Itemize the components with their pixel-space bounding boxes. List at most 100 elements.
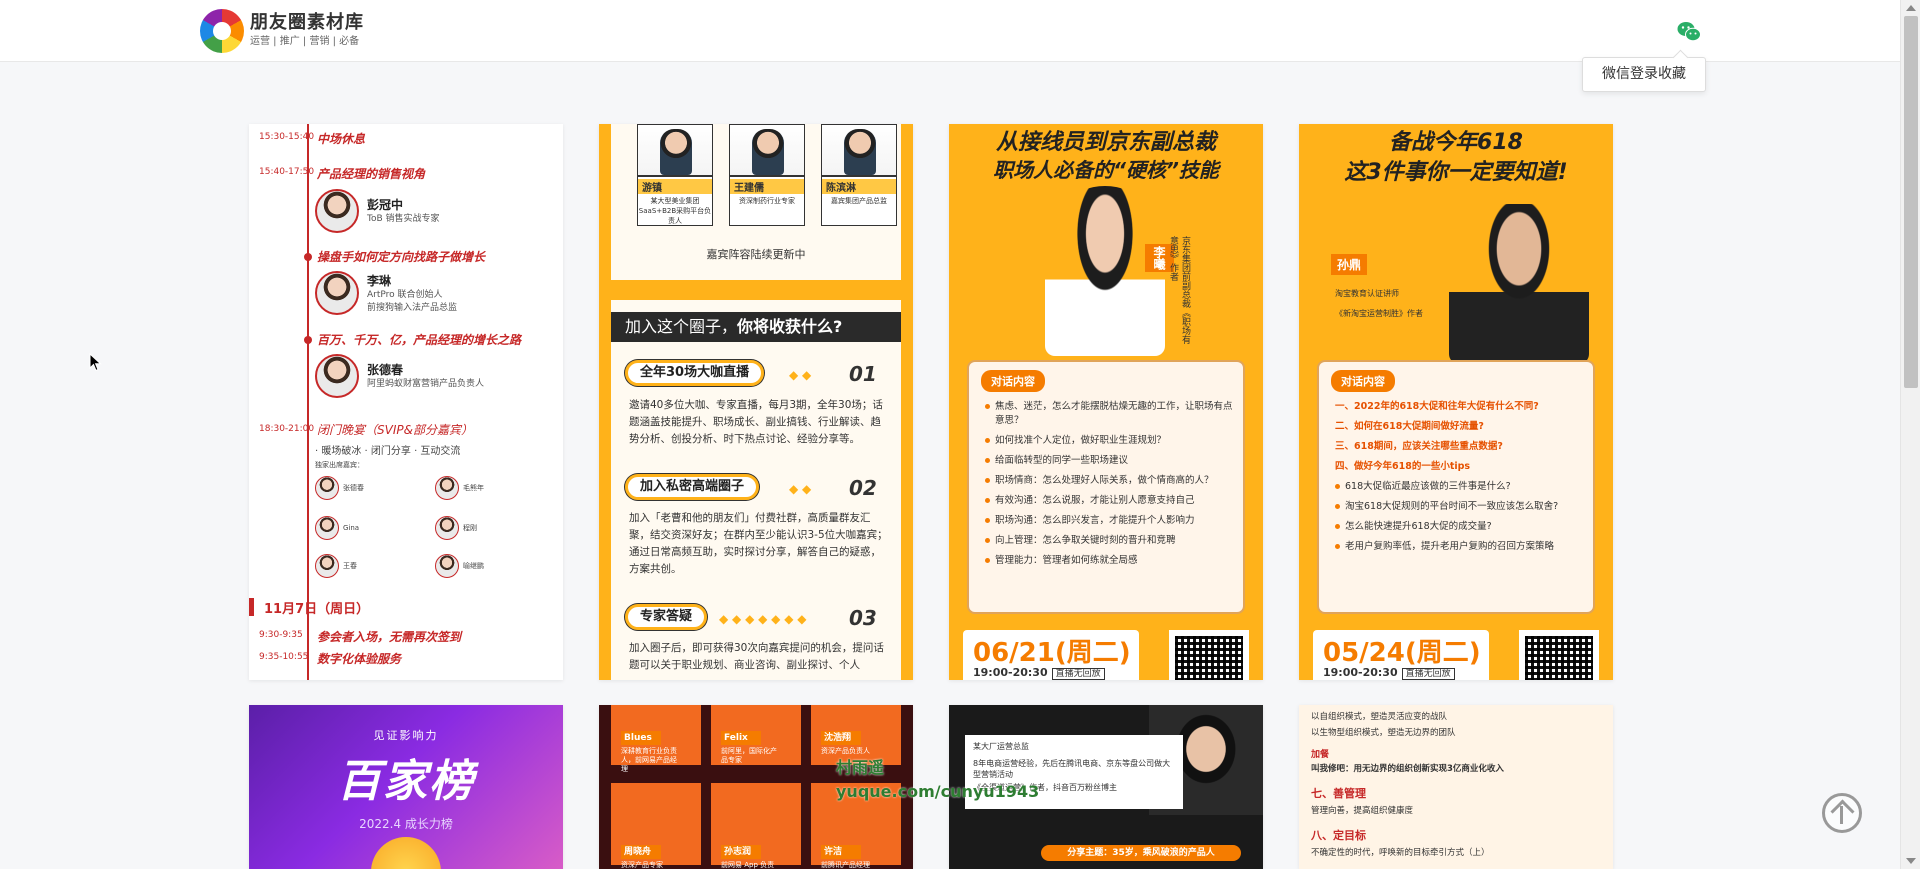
list-item: 二、如何在618大促期间做好流量? xyxy=(1335,421,1484,432)
avatar xyxy=(315,271,359,315)
time-text: 19:00-20:30 直播无回放 xyxy=(973,666,1105,680)
speaker-name: 李琳 xyxy=(367,273,392,288)
ranking-small-title: 见证影响力 xyxy=(373,729,439,742)
outline-item: 叫我修吧：用无边界的组织创新实现3亿商业化收入 xyxy=(1311,764,1504,774)
scroll-up-arrow-icon[interactable] xyxy=(1906,5,1916,11)
benefit-number: 02 xyxy=(849,476,877,500)
guest-desc: 资深制药行业专家 xyxy=(739,197,795,205)
wechat-icon[interactable] xyxy=(1677,21,1701,43)
guest-name: 游镇 xyxy=(638,179,712,194)
material-card-poster[interactable]: 从接线员到京东副总裁 职场人必备的“硬核”技能 李曦 京东集团前副总裁《职场有意… xyxy=(949,124,1263,680)
guest-desc: 嘉宾集团产品总监 xyxy=(831,197,887,205)
material-card-ranking[interactable]: 见证影响力 百家榜 2022.4 成长力榜 xyxy=(249,705,563,869)
guest-photo xyxy=(844,129,876,175)
outline-item: 不确定性的时代，呼唤新的目标牵引方式（上） xyxy=(1311,848,1490,858)
speaker-desc: 前搜狗输入法产品总监 xyxy=(367,302,458,313)
list-item: 老用户复购率低，提升老用户复购的召回方案策略 xyxy=(1335,540,1587,554)
benefit-text: 加入圈子后，即可获得30次向嘉宾提问的机会，提问话题可以关于职业规划、商业咨询、… xyxy=(629,642,884,671)
replay-tag: 直播无回放 xyxy=(1401,668,1455,680)
agenda-title: 中场休息 xyxy=(317,132,366,146)
guest-name: Gina xyxy=(343,524,360,532)
qr-code xyxy=(1519,630,1599,680)
speaker-name: 孙鼎 xyxy=(1331,254,1368,275)
agenda-title: 数字化体验服务 xyxy=(317,652,402,666)
agenda-time: 18:30-21:00 xyxy=(259,424,315,434)
avatar xyxy=(315,354,359,398)
guest-desc: 某大型美业集团 SaaS+B2B采购平台负责人 xyxy=(638,197,712,225)
speaker-name: 彭冠中 xyxy=(367,198,404,212)
material-card-agenda[interactable]: 15:30-15:40 中场休息 15:40-17:50 产品经理的销售视角 彭… xyxy=(249,124,563,680)
guest-name: 陈滨淋 xyxy=(822,179,896,194)
agenda-title: 参会者入场，无需再次签到 xyxy=(317,630,462,644)
agenda-time: 9:35-10:55 xyxy=(259,652,309,662)
ranking-title: 百家榜 xyxy=(337,756,475,807)
outline-item: 以自组织模式，塑造灵活应变的战队 xyxy=(1311,712,1448,722)
back-to-top-button[interactable] xyxy=(1822,793,1862,833)
list-item: 向上管理：怎么争取关键时刻的晋升和竞聘 xyxy=(985,534,1237,548)
brand-logo[interactable]: 朋友圈素材库 运营 | 推广 | 营销 | 必备 xyxy=(200,9,364,53)
benefit-text: 邀请40多位大咖、专家直播，每月3期，全年30场；话题涵盖技能提升、职场成长、副… xyxy=(629,399,883,445)
material-card-poster[interactable]: 备战今年618 这3件事你一定要知道! 孙鼎 淘宝教育认证讲师 《新淘宝运营制胜… xyxy=(1299,124,1613,680)
speaker-intro: 《新淘宝运营制胜》作者 xyxy=(1335,309,1423,318)
avatar xyxy=(315,189,359,233)
watermark-line: 村雨遥 xyxy=(836,758,885,777)
speaker: 李琳 ArtPro 联合创始人 前搜狗输入法产品总监 xyxy=(315,271,457,315)
poster-subtitle: 职场人必备的“硬核”技能 xyxy=(993,158,1219,182)
wechat-login-tooltip[interactable]: 微信登录收藏 xyxy=(1582,57,1706,92)
outline-item: 管理向善，提高组织健康度 xyxy=(1311,806,1414,816)
speaker-desc: 深耕教育行业负责人，前网易产品经理 xyxy=(621,747,677,773)
benefit-number: 03 xyxy=(849,606,877,630)
brand-logo-icon xyxy=(200,9,244,53)
guest-name: 张德春 xyxy=(343,484,364,492)
speaker-desc: 阿里蚂蚁财富营销产品负责人 xyxy=(367,379,485,389)
top-header: 朋友圈素材库 运营 | 推广 | 营销 | 必备 xyxy=(0,0,1900,62)
speaker-intro: 淘宝教育认证讲师 xyxy=(1335,289,1399,298)
talk-content-box: 对话内容 焦虑、迷茫，怎么才能摆脱枯燥无趣的工作，让职场有点意思？ 如何找准个人… xyxy=(967,360,1245,614)
brand-title: 朋友圈素材库 xyxy=(250,12,364,33)
benefit-pill: 全年30场大咖直播 xyxy=(625,360,765,386)
poster-title: 从接线员到京东副总裁 xyxy=(995,130,1216,155)
benefit-text: 加入「老曹和他的朋友们」付费社群，高质量群友汇聚，结交资深好友；在群内至少能认识… xyxy=(629,512,888,575)
material-card-benefits[interactable]: 游镇某大型美业集团 SaaS+B2B采购平台负责人 王建儒资深制药行业专家 陈滨… xyxy=(599,124,913,680)
benefit-number: 01 xyxy=(849,362,877,386)
talk-list: 一、2022年的618大促和往年大促有什么不同? 二、如何在618大促期间做好流… xyxy=(1335,400,1587,560)
box-title: 对话内容 xyxy=(981,370,1045,392)
guest-name: 程刚 xyxy=(463,524,477,532)
list-item: 淘宝618大促规则的平台时间不一致应该怎么取舍? xyxy=(1335,500,1587,514)
speaker-name: 张德春 xyxy=(367,363,404,377)
speaker-name: Blues xyxy=(621,731,661,745)
speaker-desc: ToB 销售实战专家 xyxy=(367,214,440,224)
scroll-down-arrow-icon[interactable] xyxy=(1906,858,1916,864)
speaker-desc: 前腾讯产品经理 xyxy=(821,861,870,869)
list-item: 一、2022年的618大促和往年大促有什么不同? xyxy=(1335,401,1539,412)
material-card-outline[interactable]: 以自组织模式，塑造灵活应变的战队 以生物型组织模式，塑造无边界的团队 加餐 叫我… xyxy=(1299,705,1613,869)
list-item: 四、做好今年618的一些小tips xyxy=(1335,461,1471,472)
agenda-date: 11月7日（周日） xyxy=(249,598,563,617)
watermark: 村雨遥 yuque.com/cunyu1943 xyxy=(836,756,1039,804)
date-text: 05/24(周二) xyxy=(1323,638,1481,668)
talk-topic-bar: 分享主题：35岁，乘风破浪的产品人 xyxy=(1041,845,1241,861)
time-text: 19:00-20:30 直播无回放 xyxy=(1323,666,1455,680)
page-scrollbar[interactable] xyxy=(1900,0,1920,869)
agenda-title: 产品经理的销售视角 xyxy=(317,167,426,181)
guest-name: 王建儒 xyxy=(730,179,804,194)
speaker-name: 周晓舟 xyxy=(621,845,661,859)
outline-heading: 八、定目标 xyxy=(1311,829,1366,842)
ranking-subtitle: 2022.4 成长力榜 xyxy=(359,817,453,831)
list-item: 给面临转型的同学一些职场建议 xyxy=(985,454,1237,468)
event-date: 05/24(周二) 19:00-20:30 直播无回放 xyxy=(1313,630,1489,680)
outline-item: 以生物型组织模式，塑造无边界的团队 xyxy=(1311,728,1456,738)
qr-code xyxy=(1169,630,1249,680)
speaker-name: 沈浩翔 xyxy=(821,731,861,745)
avatar xyxy=(435,554,459,578)
list-item: 焦虑、迷茫，怎么才能摆脱枯燥无趣的工作，让职场有点意思？ xyxy=(985,400,1237,428)
replay-tag: 直播无回放 xyxy=(1051,668,1105,680)
guests-label: 独家出席嘉宾： xyxy=(315,461,364,469)
watermark-line: yuque.com/cunyu1943 xyxy=(836,782,1040,801)
speaker-org: 某大厂运营总监 xyxy=(973,742,1029,751)
speaker-desc: 资深产品专家 xyxy=(621,861,663,869)
speaker-name: Felix xyxy=(721,731,761,745)
scroll-thumb[interactable] xyxy=(1904,16,1918,388)
avatar xyxy=(435,516,459,540)
avatar xyxy=(315,516,339,540)
